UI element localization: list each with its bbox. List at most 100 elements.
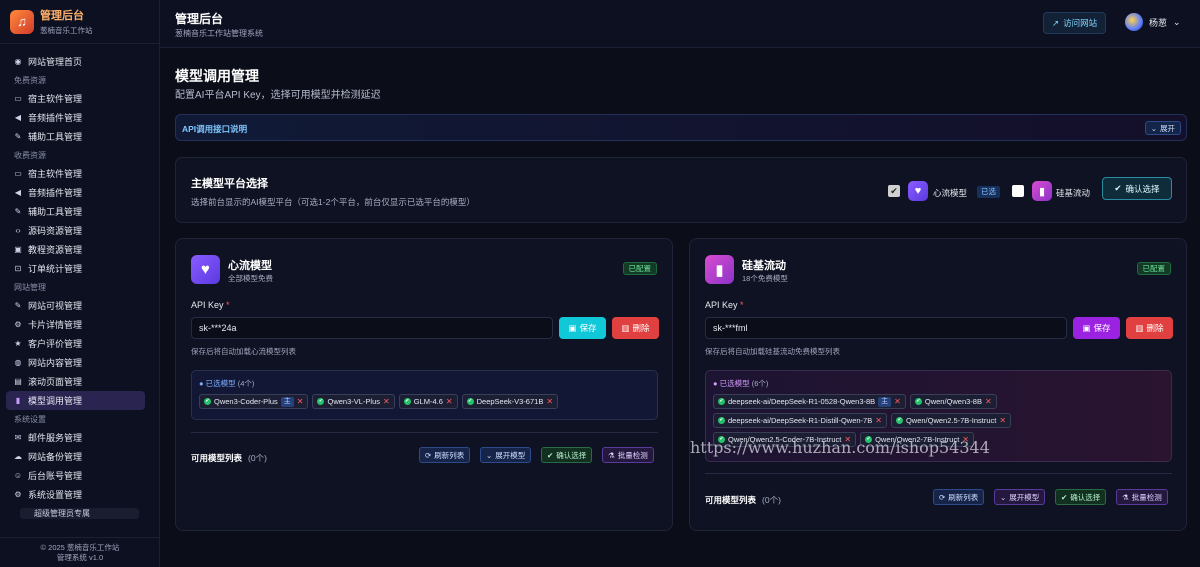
sidebar-item-home[interactable]: ◉ 网站管理首页 — [0, 52, 159, 71]
monitor-icon: ▭ — [14, 94, 22, 103]
volume-icon: ◀ — [14, 113, 22, 122]
sidebar-item-paid-plugin[interactable]: ◀ 音频插件管理 — [0, 183, 159, 202]
available-models-title: 可用模型列表 (0个) — [191, 452, 267, 464]
refresh-list-button[interactable]: ⟳ 刷新列表 — [933, 489, 985, 505]
available-count: (0个) — [762, 495, 781, 505]
sidebar-item-models[interactable]: ▮ 模型调用管理 — [6, 391, 145, 410]
user-name: 杨葱 — [1149, 17, 1168, 28]
sidebar: ♫ 管理后台 葱楠音乐工作站 ◉ 网站管理首页 免费资源 ▭ 宿主软件管理 ◀ 音频插… — [0, 0, 160, 567]
gear-icon: ⚙ — [14, 490, 22, 499]
chevron-down-icon: ⌄ — [486, 450, 493, 460]
sidebar-item-backup[interactable]: ☁ 网站备份管理 — [0, 447, 159, 466]
sidebar-item-scroll[interactable]: ▤ 滚动页面管理 — [0, 372, 159, 391]
remove-chip-button[interactable]: ✕ — [875, 416, 882, 425]
visit-site-button[interactable]: ↗ 访问网站 — [1043, 12, 1107, 34]
chevron-down-icon: ⌄ — [1000, 492, 1007, 502]
floppy-icon: ▣ — [568, 322, 577, 333]
api-key-label: API Key * — [191, 300, 230, 310]
sidebar-item-content[interactable]: ◍ 网站内容管理 — [0, 353, 159, 372]
batch-test-button[interactable]: ⚗ 批量检测 — [1116, 489, 1168, 505]
batch-test-label: 批量检测 — [617, 450, 648, 460]
avatar — [1125, 13, 1143, 31]
confirm-models-button[interactable]: ✔ 确认选择 — [541, 447, 593, 463]
api-doc-expand-button[interactable]: ⌄ 展开 — [1144, 121, 1181, 135]
chevron-down-icon: ⌄ — [1173, 16, 1181, 27]
selected-count: (4个) — [237, 379, 255, 388]
super-admin-label: 超级管理员专属 — [34, 509, 90, 518]
remove-chip-button[interactable]: ✕ — [894, 397, 901, 406]
remove-chip-button[interactable]: ✕ — [546, 397, 553, 406]
api-key-input[interactable] — [705, 317, 1067, 339]
api-key-input[interactable] — [191, 317, 553, 339]
wrench-icon: ✎ — [14, 207, 22, 216]
sidebar-item-orders[interactable]: ⊡ 订单统计管理 — [0, 259, 159, 278]
topbar: 管理后台 葱楠音乐工作站管理系统 ↗ 访问网站 杨葱 ⌄ — [160, 0, 1200, 48]
available-title-text: 可用模型列表 — [705, 495, 757, 505]
cogs-icon: ⚙ — [14, 320, 22, 329]
envelope-icon: ✉ — [14, 433, 22, 442]
save-button[interactable]: ▣ 保存 — [559, 317, 606, 339]
delete-button[interactable]: ▥ 删除 — [612, 317, 659, 339]
sidebar-item-label: 音频插件管理 — [28, 113, 83, 123]
sidebar-item-settings[interactable]: ⚙ 系统设置管理 — [0, 485, 159, 504]
confirm-models-button[interactable]: ✔ 确认选择 — [1055, 489, 1107, 505]
edit-icon: ✎ — [14, 301, 22, 310]
status-badge: 已配置 — [622, 262, 657, 275]
refresh-icon: ⟳ — [425, 450, 432, 460]
remove-chip-button[interactable]: ✕ — [383, 397, 390, 406]
refresh-label: 刷新列表 — [434, 450, 465, 460]
sidebar-item-free-plugin[interactable]: ◀ 音频插件管理 — [0, 108, 159, 127]
expand-models-label: 展开模型 — [1009, 492, 1040, 502]
remove-chip-button[interactable]: ✕ — [985, 397, 992, 406]
platform-confirm-button[interactable]: ✔ 确认选择 — [1102, 177, 1172, 200]
delete-button[interactable]: ▥ 删除 — [1126, 317, 1173, 339]
sidebar-item-accounts[interactable]: ☺ 后台账号管理 — [0, 466, 159, 485]
remove-chip-button[interactable]: ✕ — [446, 397, 453, 406]
available-models-title: 可用模型列表 (0个) — [705, 494, 781, 506]
sidebar-item-label: 网站内容管理 — [28, 358, 83, 368]
sidebar-item-label: 辅助工具管理 — [28, 207, 83, 217]
available-count: (0个) — [248, 453, 267, 463]
expand-models-button[interactable]: ⌄ 展开模型 — [480, 447, 532, 463]
available-title-text: 可用模型列表 — [191, 453, 243, 463]
provider-card-xinliu: ♥ 心流模型 全部模型免费 已配置 API Key * ▣保存 ▥删除 保存后将… — [175, 238, 673, 531]
sidebar-item-paid-host[interactable]: ▭ 宿主软件管理 — [0, 164, 159, 183]
sidebar-item-visual[interactable]: ✎ 网站可视管理 — [0, 296, 159, 315]
model-chip: ✔ deepseek-ai/DeepSeek-R1-0528-Qwen3-8B 主 ✕ — [713, 394, 906, 409]
remove-chip-button[interactable]: ✕ — [999, 416, 1006, 425]
chevron-down-icon: ⌄ — [1150, 123, 1157, 133]
sidebar-item-tutorial[interactable]: ▣ 教程资源管理 — [0, 240, 159, 259]
batch-test-button[interactable]: ⚗ 批量检测 — [602, 447, 654, 463]
sidebar-item-mail[interactable]: ✉ 邮件服务管理 — [0, 428, 159, 447]
model-chip: ✔ GLM-4.6 ✕ — [398, 394, 458, 409]
expand-models-button[interactable]: ⌄ 展开模型 — [994, 489, 1046, 505]
sidebar-item-label: 模型调用管理 — [28, 396, 83, 406]
sidebar-item-free-host[interactable]: ▭ 宿主软件管理 — [0, 89, 159, 108]
brand-subtitle: 葱楠音乐工作站 — [40, 26, 93, 35]
sidebar-item-paid-tools[interactable]: ✎ 辅助工具管理 — [0, 202, 159, 221]
provider-title: 心流模型 — [228, 260, 272, 272]
primary-badge: 主 — [280, 396, 294, 407]
visit-site-label: 访问网站 — [1063, 18, 1098, 28]
sidebar-item-reviews[interactable]: ★ 客户评价管理 — [0, 334, 159, 353]
model-chip-label: GLM-4.6 — [413, 397, 443, 406]
save-button[interactable]: ▣ 保存 — [1073, 317, 1120, 339]
sidebar-item-source[interactable]: ‹› 源码资源管理 — [0, 221, 159, 240]
flask-icon: ⚗ — [608, 450, 615, 460]
api-key-hint: 保存后将自动加载心流模型列表 — [191, 347, 296, 356]
sidebar-item-cards[interactable]: ⚙ 卡片详情管理 — [0, 315, 159, 334]
remove-chip-button[interactable]: ✕ — [297, 397, 304, 406]
flask-icon: ⚗ — [1122, 492, 1129, 502]
model-chip-label: Qwen/Qwen3-8B — [924, 397, 982, 406]
delete-label: 删除 — [632, 323, 650, 333]
super-admin-item[interactable]: 超级管理员专属 — [20, 508, 139, 519]
api-doc-panel[interactable]: API调用接口说明 ⌄ 展开 — [175, 114, 1187, 141]
platform-1-checkbox[interactable]: ✔ — [888, 185, 900, 197]
refresh-list-button[interactable]: ⟳ 刷新列表 — [419, 447, 471, 463]
user-menu[interactable]: 杨葱 ⌄ — [1125, 13, 1181, 31]
selected-models-panel: ● 已选模型 (4个) ✔ Qwen3-Coder-Plus 主 ✕ ✔ Qwen3-V… — [191, 370, 658, 420]
sidebar-item-label: 滚动页面管理 — [28, 377, 83, 387]
sidebar-item-free-tools[interactable]: ✎ 辅助工具管理 — [0, 127, 159, 146]
platform-2-checkbox[interactable] — [1012, 185, 1024, 197]
brand: ♫ 管理后台 葱楠音乐工作站 — [0, 0, 159, 44]
